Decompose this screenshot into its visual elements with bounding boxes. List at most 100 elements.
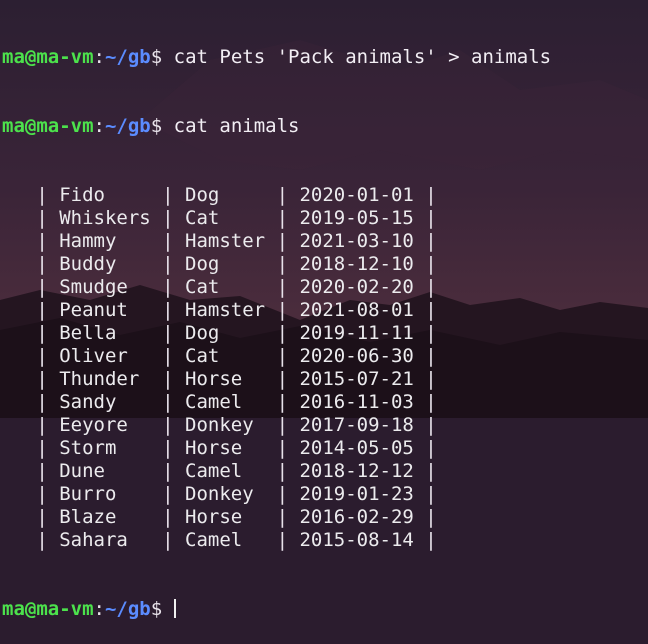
cell-gap: | bbox=[116, 437, 186, 459]
cell-date: 2017-09-18 bbox=[299, 414, 414, 436]
table-row: | Sahara | Camel | 2015-08-14 | bbox=[2, 529, 648, 552]
cell-name: Burro bbox=[59, 483, 117, 505]
cell-gap: | bbox=[219, 322, 300, 344]
row-separator: | bbox=[413, 529, 437, 551]
cell-type: Dog bbox=[185, 184, 220, 206]
text-cursor bbox=[173, 599, 176, 618]
table-row: | Fido | Dog | 2020-01-01 | bbox=[2, 184, 648, 207]
cell-gap: | bbox=[150, 207, 186, 229]
terminal-window[interactable]: ma@ma-vm:~/gb$ cat Pets 'Pack animals' >… bbox=[0, 0, 648, 620]
table-row: | Whiskers | Cat | 2019-05-15 | bbox=[2, 207, 648, 230]
cell-gap: | bbox=[104, 460, 186, 482]
cell-gap: | bbox=[242, 460, 300, 482]
cell-type: Cat bbox=[185, 345, 220, 367]
row-separator: | bbox=[413, 483, 437, 505]
table-row: | Hammy | Hamster | 2021-03-10 | bbox=[2, 230, 648, 253]
cell-gap: | bbox=[219, 345, 300, 367]
cell-gap: | bbox=[242, 437, 300, 459]
prompt-colon: : bbox=[93, 598, 105, 620]
cell-date: 2020-02-20 bbox=[299, 276, 414, 298]
row-separator: | bbox=[2, 506, 60, 528]
prompt-path: ~/gb bbox=[104, 598, 151, 620]
cell-type: Horse bbox=[185, 506, 243, 528]
prompt-path: ~/gb bbox=[104, 115, 151, 137]
prompt-path: ~/gb bbox=[104, 46, 151, 68]
row-separator: | bbox=[2, 483, 60, 505]
row-separator: | bbox=[413, 230, 437, 252]
cell-type: Donkey bbox=[185, 483, 254, 505]
row-separator: | bbox=[413, 276, 437, 298]
cell-gap: | bbox=[265, 299, 300, 321]
cell-date: 2016-02-29 bbox=[299, 506, 414, 528]
cell-name: Dune bbox=[59, 460, 105, 482]
row-separator: | bbox=[413, 345, 437, 367]
table-row: | Burro | Donkey | 2019-01-23 | bbox=[2, 483, 648, 506]
row-separator: | bbox=[2, 391, 60, 413]
prompt-line-3[interactable]: ma@ma-vm:~/gb$ bbox=[2, 598, 648, 621]
cell-date: 2021-08-01 bbox=[299, 299, 414, 321]
row-separator: | bbox=[413, 391, 437, 413]
row-separator: | bbox=[2, 276, 60, 298]
cell-date: 2019-05-15 bbox=[299, 207, 414, 229]
row-separator: | bbox=[2, 230, 60, 252]
cell-gap: | bbox=[104, 184, 186, 206]
cell-type: Cat bbox=[185, 207, 220, 229]
cell-gap: | bbox=[116, 322, 186, 344]
row-separator: | bbox=[2, 368, 60, 390]
cell-type: Dog bbox=[185, 322, 220, 344]
cell-name: Sandy bbox=[59, 391, 117, 413]
row-separator: | bbox=[413, 437, 437, 459]
cell-type: Hamster bbox=[185, 230, 266, 252]
row-separator: | bbox=[413, 322, 437, 344]
row-separator: | bbox=[2, 460, 60, 482]
prompt-dollar: $ bbox=[150, 46, 174, 68]
row-separator: | bbox=[413, 460, 437, 482]
cell-name: Whiskers bbox=[59, 207, 151, 229]
prompt-colon: : bbox=[93, 46, 105, 68]
table-row: | Dune | Camel | 2018-12-12 | bbox=[2, 460, 648, 483]
cell-gap: | bbox=[127, 529, 186, 551]
cell-gap: | bbox=[253, 414, 300, 436]
cell-gap: | bbox=[127, 345, 186, 367]
cell-date: 2019-11-11 bbox=[299, 322, 414, 344]
row-separator: | bbox=[413, 299, 437, 321]
row-separator: | bbox=[2, 437, 60, 459]
cell-name: Oliver bbox=[59, 345, 128, 367]
cell-date: 2020-01-01 bbox=[299, 184, 414, 206]
cell-gap: | bbox=[116, 230, 186, 252]
row-separator: | bbox=[413, 414, 437, 436]
table-row: | Sandy | Camel | 2016-11-03 | bbox=[2, 391, 648, 414]
cell-gap: | bbox=[219, 253, 300, 275]
cell-gap: | bbox=[116, 506, 186, 528]
cell-gap: | bbox=[242, 368, 300, 390]
cell-name: Hammy bbox=[59, 230, 117, 252]
cell-date: 2014-05-05 bbox=[299, 437, 414, 459]
cell-name: Thunder bbox=[59, 368, 140, 390]
row-separator: | bbox=[413, 207, 437, 229]
table-row: | Smudge | Cat | 2020-02-20 | bbox=[2, 276, 648, 299]
prompt-dollar: $ bbox=[150, 115, 174, 137]
command-output-table: | Fido | Dog | 2020-01-01 | | Whiskers |… bbox=[2, 184, 648, 552]
cell-gap: | bbox=[127, 299, 186, 321]
cell-gap: | bbox=[219, 207, 300, 229]
cell-date: 2019-01-23 bbox=[299, 483, 414, 505]
cell-type: Dog bbox=[185, 253, 220, 275]
cell-name: Eeyore bbox=[59, 414, 128, 436]
cell-gap: | bbox=[116, 391, 186, 413]
cell-gap: | bbox=[253, 483, 300, 505]
table-row: | Blaze | Horse | 2016-02-29 | bbox=[2, 506, 648, 529]
row-separator: | bbox=[413, 506, 437, 528]
cell-date: 2018-12-12 bbox=[299, 460, 414, 482]
cell-name: Sahara bbox=[59, 529, 128, 551]
row-separator: | bbox=[413, 253, 437, 275]
prompt-user: ma@ma-vm bbox=[2, 46, 94, 68]
cell-date: 2020-06-30 bbox=[299, 345, 414, 367]
cell-gap: | bbox=[219, 276, 300, 298]
row-separator: | bbox=[2, 529, 60, 551]
command-text: cat animals bbox=[173, 115, 300, 137]
prompt-dollar: $ bbox=[150, 598, 174, 620]
cell-name: Buddy bbox=[59, 253, 117, 275]
row-separator: | bbox=[2, 184, 60, 206]
cell-gap: | bbox=[116, 253, 186, 275]
cell-name: Smudge bbox=[59, 276, 128, 298]
